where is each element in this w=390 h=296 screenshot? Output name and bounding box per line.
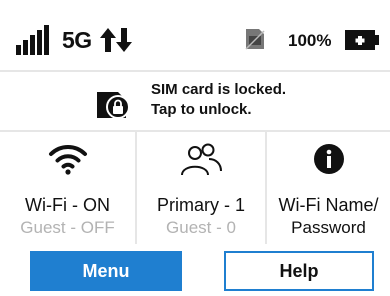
wifi-status-tile[interactable]: Wi-Fi - ON Guest - OFF <box>0 132 137 244</box>
wifi-status-label: Wi-Fi - ON <box>25 195 110 215</box>
wifi-password-label: Password <box>291 218 366 237</box>
users-icon <box>181 143 222 176</box>
status-bar: 5G 100% <box>0 0 390 72</box>
tap-to-unlock-line: Tap to unlock. <box>151 101 252 118</box>
guest-wifi-status-label: Guest - OFF <box>20 218 115 237</box>
network-type-label: 5G <box>62 27 92 53</box>
connected-devices-tile[interactable]: Primary - 1 Guest - 0 <box>137 132 267 244</box>
battery-charging-icon <box>345 30 379 50</box>
sim-lock-icon <box>97 92 130 119</box>
battery-percentage: 100% <box>288 31 332 50</box>
sim-locked-banner[interactable]: SIM card is locked. Tap to unlock. <box>0 72 390 132</box>
wifi-name-label: Wi-Fi Name/ <box>278 195 379 215</box>
signal-bars-icon <box>16 25 49 55</box>
wifi-icon <box>48 144 87 175</box>
menu-button[interactable]: Menu <box>30 251 182 291</box>
info-icon <box>313 144 344 174</box>
sim-locked-line: SIM card is locked. <box>151 81 287 98</box>
guest-devices-label: Guest - 0 <box>166 218 236 237</box>
sim-card-icon <box>245 29 265 50</box>
up-down-arrows-icon <box>100 28 132 52</box>
primary-devices-label: Primary - 1 <box>156 195 245 215</box>
device-home-screen: 5G 100% SIM card is locked. Tap to unloc… <box>0 0 390 296</box>
sim-locked-message: SIM card is locked. Tap to unlock. <box>151 80 286 120</box>
wifi-credentials-tile[interactable]: Wi-Fi Name/ Password <box>267 132 390 244</box>
help-button[interactable]: Help <box>224 251 374 291</box>
status-tiles: Wi-Fi - ON Guest - OFF Primary - 1 Guest… <box>0 132 390 244</box>
